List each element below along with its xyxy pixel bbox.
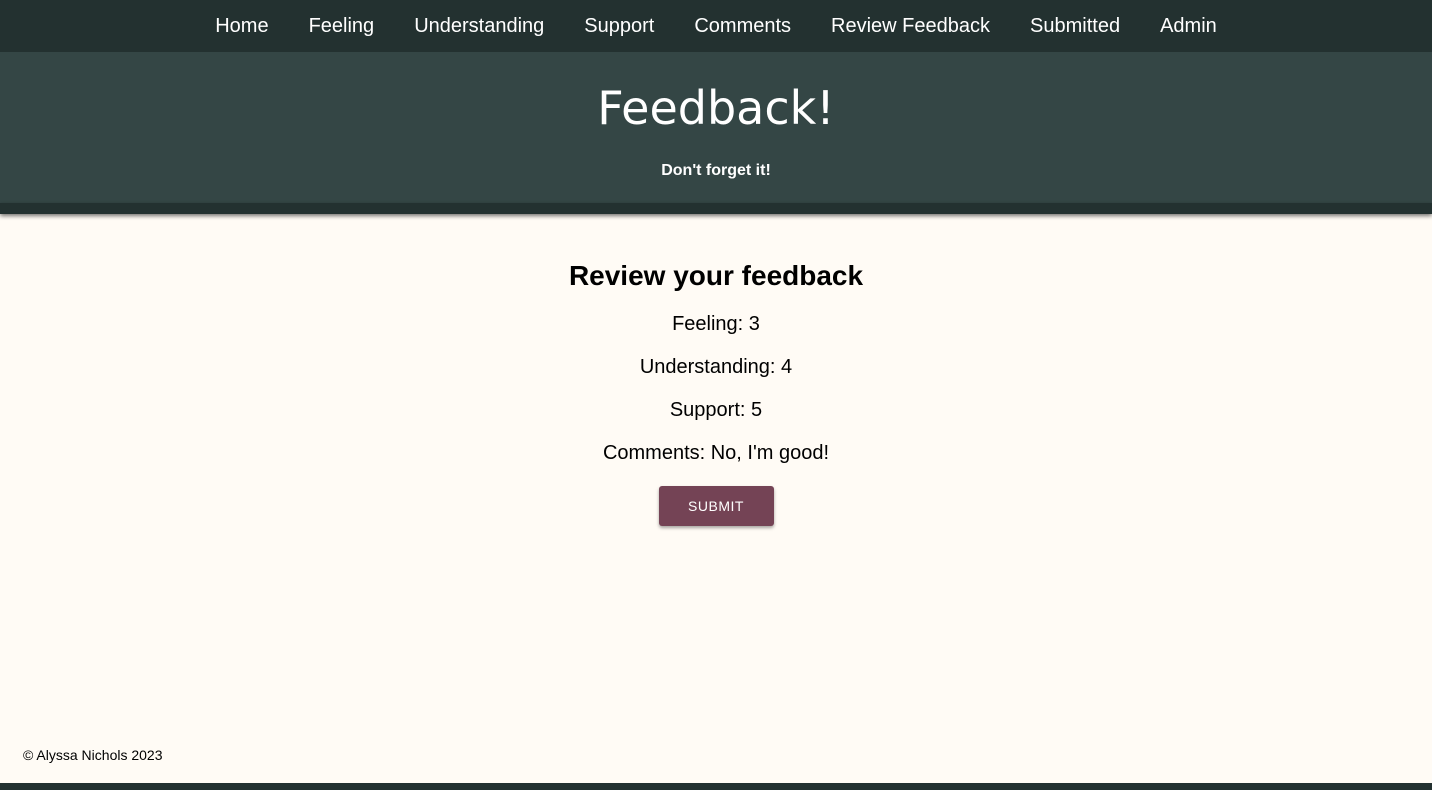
page-footer: © Alyssa Nichols 2023 [23, 747, 163, 763]
nav-link-feeling[interactable]: Feeling [309, 16, 375, 36]
review-understanding: Understanding: 4 [639, 356, 793, 378]
nav-link-home[interactable]: Home [215, 16, 268, 36]
footer-bar [0, 783, 1432, 790]
nav-link-submitted[interactable]: Submitted [1030, 16, 1120, 36]
review-support: Support: 5 [669, 399, 763, 421]
site-title: Feedback! [597, 81, 835, 135]
nav-link-comments[interactable]: Comments [694, 16, 791, 36]
nav-link-understanding[interactable]: Understanding [414, 16, 544, 36]
nav-link-admin[interactable]: Admin [1160, 16, 1217, 36]
submit-button[interactable]: Submit [658, 486, 774, 526]
site-tagline: Don't forget it! [661, 162, 771, 179]
copyright-text: © Alyssa Nichols 2023 [23, 747, 163, 763]
review-comments: Comments: No, I'm good! [602, 442, 830, 464]
review-feeling: Feeling: 3 [672, 313, 760, 335]
nav-link-support[interactable]: Support [584, 16, 654, 36]
top-nav: Home Feeling Understanding Support Comme… [0, 0, 1432, 52]
page-header: Feedback! Don't forget it! [0, 52, 1432, 203]
nav-link-review-feedback[interactable]: Review Feedback [831, 16, 990, 36]
review-heading: Review your feedback [568, 260, 864, 291]
review-section: Review your feedback Feeling: 3 Understa… [0, 214, 1432, 526]
header-divider [0, 203, 1432, 214]
